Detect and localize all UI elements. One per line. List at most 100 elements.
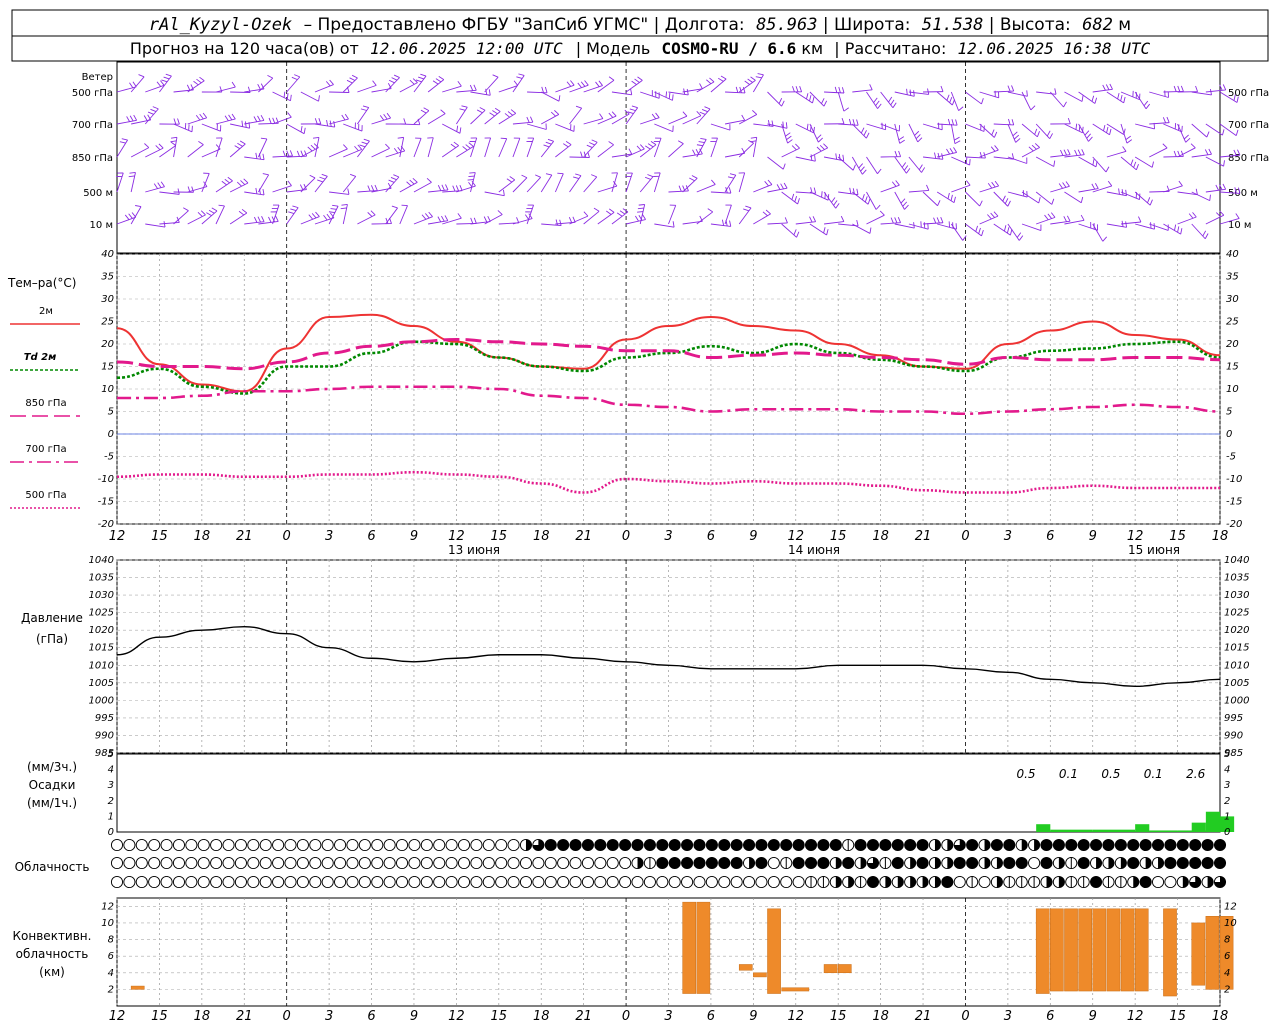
wind-barb — [1192, 124, 1209, 137]
wind-feather — [632, 81, 637, 85]
wind-feather — [392, 206, 398, 208]
wind-barb — [428, 215, 448, 224]
wind-feather — [795, 144, 799, 148]
wind-shaft — [683, 154, 703, 157]
wind-feather — [368, 186, 370, 192]
cloud-circle — [669, 876, 680, 887]
wind-barb — [442, 142, 458, 157]
cloud-circle — [285, 839, 296, 850]
conv-bar-17 — [1163, 909, 1176, 996]
wind-feather — [291, 95, 292, 101]
cloud-cell — [595, 839, 606, 850]
temp-y-right--5: -5 — [1226, 452, 1236, 463]
wind-feather — [1068, 118, 1070, 124]
wind-barb — [541, 110, 559, 124]
wind-feather — [458, 81, 462, 86]
temp-y-right--10: -10 — [1226, 474, 1242, 485]
wind-shaft — [852, 124, 866, 138]
wind-barb — [810, 191, 829, 200]
wind-feather — [334, 121, 335, 127]
cloud-circle — [533, 857, 544, 868]
cloud-cell — [1128, 876, 1139, 887]
precip-y-right-2: 2 — [1224, 796, 1230, 807]
cloud-cell — [1090, 876, 1101, 887]
wind-shaft — [782, 192, 798, 204]
wind-feather — [441, 110, 446, 114]
cloud-circle — [570, 876, 581, 887]
pres-y-left-990: 990 — [95, 730, 114, 741]
wind-barb — [258, 174, 268, 192]
conv-x-tick-15: 9 — [749, 1009, 757, 1024]
cloud-cell — [979, 839, 990, 850]
wind-feather — [976, 226, 978, 232]
cloud-circle — [235, 857, 246, 868]
wind-feather — [1184, 135, 1188, 139]
wind-feather — [902, 163, 905, 168]
cloud-cell — [285, 876, 296, 887]
cloud-cell — [991, 839, 1002, 850]
wind-shaft — [640, 118, 659, 124]
pres-y-left-1025: 1025 — [89, 608, 114, 619]
wind-feather — [421, 110, 426, 113]
wind-feather — [721, 76, 726, 79]
wind-shaft — [669, 191, 689, 192]
wind-shaft — [1036, 124, 1050, 139]
cloud-cell — [372, 876, 383, 887]
wind-feather — [948, 119, 950, 125]
wind-shaft — [145, 224, 165, 227]
cloud-cell — [471, 876, 482, 887]
wind-feather — [389, 180, 395, 182]
wind-shaft — [909, 224, 928, 229]
wind-shaft — [838, 124, 858, 125]
cloud-cell — [545, 876, 556, 887]
cloud-circle — [781, 876, 792, 887]
temp-y-left--10: -10 — [98, 474, 114, 485]
wind-barb — [711, 124, 730, 130]
wind-barb — [852, 224, 871, 233]
wind-shaft — [1206, 90, 1226, 92]
wind-shaft — [654, 138, 661, 157]
cloud-circle — [520, 857, 531, 868]
wind-shaft — [386, 177, 399, 192]
cloud-cell — [396, 857, 407, 868]
wind-feather — [1134, 162, 1136, 168]
cloud-cell — [359, 839, 370, 850]
wind-feather — [1131, 160, 1133, 166]
wind-feather — [809, 217, 812, 222]
cloud-circle — [124, 876, 135, 887]
wind-barb — [357, 185, 377, 192]
wind-shaft — [357, 215, 375, 224]
cloud-cell — [1029, 839, 1040, 850]
cloud-cell — [967, 857, 978, 868]
wind-barb — [866, 211, 884, 224]
cloud-cell — [421, 876, 432, 887]
cloud-fill — [1115, 839, 1126, 850]
wind-feather — [232, 82, 235, 87]
cloud-fill — [830, 839, 841, 850]
cloud-cell — [198, 857, 209, 868]
wind-shaft — [980, 186, 999, 192]
wind-feather — [301, 151, 303, 157]
wind-level-labels: 500 гПа500 гПа700 гПа700 гПа850 гПа850 г… — [72, 88, 1269, 231]
wind-feather — [225, 179, 230, 183]
wind-feather — [364, 139, 370, 141]
wind-shaft — [683, 178, 698, 192]
wind-barb — [1192, 192, 1211, 201]
wind-shaft — [725, 92, 745, 93]
wind-shaft — [994, 192, 1008, 206]
cloud-cell — [372, 857, 383, 868]
wind-barb — [923, 86, 943, 92]
wind-shaft — [852, 192, 868, 204]
wind-barb — [710, 138, 717, 157]
wind-feather — [1059, 183, 1062, 188]
temp-y-right-25: 25 — [1226, 317, 1239, 328]
wind-level-right-3: 500 м — [1228, 188, 1258, 199]
cloud-circle — [979, 876, 990, 887]
wind-feather — [782, 101, 785, 106]
wind-feather — [292, 77, 298, 79]
wind-feather — [1119, 188, 1120, 194]
cloud-cell — [1115, 876, 1126, 887]
cloud-circle — [186, 876, 197, 887]
wind-feather — [1191, 144, 1195, 148]
conv-x-tick-19: 21 — [915, 1009, 932, 1024]
